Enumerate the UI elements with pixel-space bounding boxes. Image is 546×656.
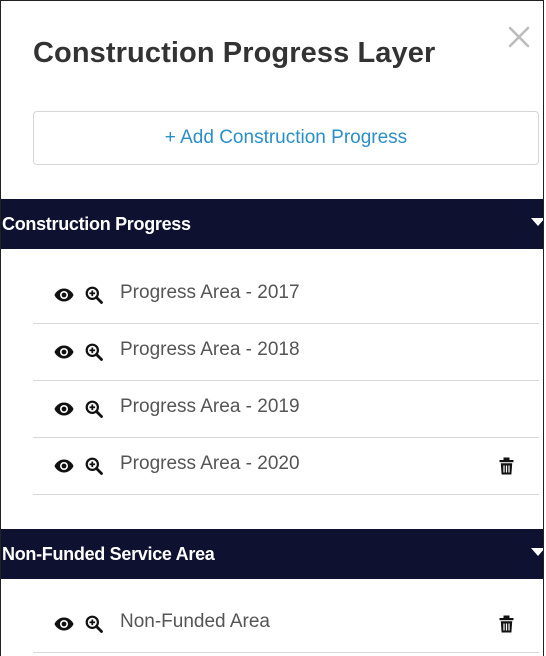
zoom-in-icon[interactable] <box>85 457 103 475</box>
section-title: Construction Progress <box>2 213 191 234</box>
caret-down-icon[interactable] <box>531 218 543 226</box>
eye-icon[interactable] <box>54 344 74 360</box>
zoom-in-icon[interactable] <box>85 400 103 418</box>
close-icon <box>508 26 530 48</box>
trash-icon[interactable] <box>499 457 514 475</box>
zoom-in-icon[interactable] <box>85 286 103 304</box>
zoom-in-icon[interactable] <box>85 343 103 361</box>
panel-title: Construction Progress Layer <box>33 37 436 69</box>
eye-icon[interactable] <box>54 401 74 417</box>
section-title: Non-Funded Service Area <box>2 543 215 564</box>
layer-row: Progress Area - 2018 <box>33 324 539 381</box>
layer-row: Progress Area - 2019 <box>33 381 539 438</box>
zoom-in-icon[interactable] <box>85 615 103 633</box>
layer-label: Progress Area - 2019 <box>120 396 300 417</box>
add-construction-progress-button[interactable]: + Add Construction Progress <box>33 111 539 165</box>
layer-row: Non-Funded Area <box>33 596 539 653</box>
section-header-construction-progress[interactable]: Construction Progress <box>1 199 543 249</box>
layer-row: Progress Area - 2020 <box>33 438 539 495</box>
layer-label: Progress Area - 2017 <box>120 282 300 303</box>
layer-label: Non-Funded Area <box>120 611 270 632</box>
layer-row: Progress Area - 2017 <box>33 267 539 324</box>
eye-icon[interactable] <box>54 287 74 303</box>
trash-icon[interactable] <box>499 615 514 633</box>
construction-progress-panel: Construction Progress Layer + Add Constr… <box>0 0 544 656</box>
section-header-non-funded-service-area[interactable]: Non-Funded Service Area <box>1 529 543 579</box>
close-button[interactable] <box>505 23 533 51</box>
caret-down-icon[interactable] <box>531 548 543 556</box>
layer-label: Progress Area - 2018 <box>120 339 300 360</box>
layer-label: Progress Area - 2020 <box>120 453 300 474</box>
eye-icon[interactable] <box>54 616 74 632</box>
eye-icon[interactable] <box>54 458 74 474</box>
